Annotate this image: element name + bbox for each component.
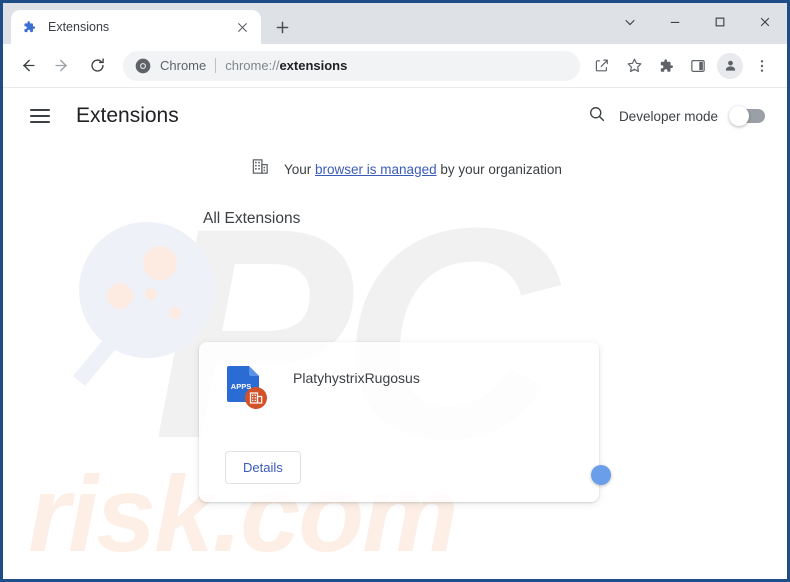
chrome-logo-icon <box>135 58 151 74</box>
window-controls <box>607 3 787 41</box>
minimize-icon[interactable] <box>652 3 697 41</box>
page-title: Extensions <box>76 104 179 127</box>
managed-browser-link[interactable]: browser is managed <box>315 162 437 177</box>
extension-name: PlatyhystrixRugosus <box>293 370 420 386</box>
toggle-knob <box>591 464 611 485</box>
browser-window: Extensions Chrome chrome://extensions PC… <box>0 0 790 582</box>
bookmark-star-icon[interactable] <box>619 51 649 81</box>
managed-text-before: Your <box>284 161 316 177</box>
close-window-icon[interactable] <box>742 3 787 41</box>
developer-mode-label: Developer mode <box>618 108 718 124</box>
extension-icon: APPS <box>225 364 267 410</box>
browser-toolbar: Chrome chrome://extensions <box>3 44 787 88</box>
toggle-knob <box>729 106 749 126</box>
browser-tab-extensions[interactable]: Extensions <box>11 10 261 44</box>
new-tab-button[interactable] <box>267 12 297 42</box>
managed-text-after: by your organization <box>436 161 562 177</box>
omnibox-site-label: Chrome <box>160 58 207 73</box>
side-panel-icon[interactable] <box>683 51 713 81</box>
url-emphasis: extensions <box>279 58 348 73</box>
puzzle-piece-icon <box>21 19 37 35</box>
tab-strip: Extensions <box>3 3 787 44</box>
extensions-page: PC risk.com Extensions Developer mode Yo… <box>3 88 787 579</box>
page-header: Extensions Developer mode <box>3 88 787 144</box>
search-icon[interactable] <box>588 105 606 128</box>
hamburger-line <box>30 115 50 117</box>
organization-building-icon <box>251 157 270 181</box>
details-button[interactable]: Details <box>225 451 301 484</box>
omnibox-url: chrome://extensions <box>225 58 347 73</box>
developer-mode-toggle[interactable] <box>729 106 765 126</box>
hamburger-line <box>30 109 50 111</box>
extensions-puzzle-icon[interactable] <box>651 51 681 81</box>
section-heading-all-extensions: All Extensions <box>203 210 301 227</box>
close-tab-icon[interactable] <box>233 18 251 36</box>
reload-button[interactable] <box>82 51 112 81</box>
forward-button[interactable] <box>47 51 77 81</box>
header-actions: Developer mode <box>588 105 765 128</box>
share-icon[interactable] <box>587 51 617 81</box>
toolbar-actions <box>586 51 778 81</box>
tab-search-chevron-down-icon[interactable] <box>607 3 652 41</box>
profile-avatar[interactable] <box>717 52 743 79</box>
omnibox-separator <box>215 58 217 73</box>
extension-card-footer: Details <box>199 451 611 485</box>
managed-browser-banner: Your browser is managed by your organiza… <box>251 150 787 188</box>
three-dot-menu-icon[interactable] <box>747 51 777 81</box>
hamburger-line <box>30 121 50 123</box>
extension-card-header: APPS PlatyhystrixRugosus <box>199 342 599 410</box>
managed-banner-text: Your browser is managed by your organiza… <box>284 162 562 177</box>
hamburger-icon[interactable] <box>30 103 56 129</box>
extension-card[interactable]: APPS PlatyhystrixRugosus Details <box>199 342 611 502</box>
url-prefix: chrome:// <box>225 58 280 73</box>
back-button[interactable] <box>12 51 42 81</box>
address-bar[interactable]: Chrome chrome://extensions <box>123 50 580 81</box>
extension-icon-label: APPS <box>231 382 251 391</box>
tab-title: Extensions <box>48 20 110 34</box>
maximize-icon[interactable] <box>697 3 742 41</box>
